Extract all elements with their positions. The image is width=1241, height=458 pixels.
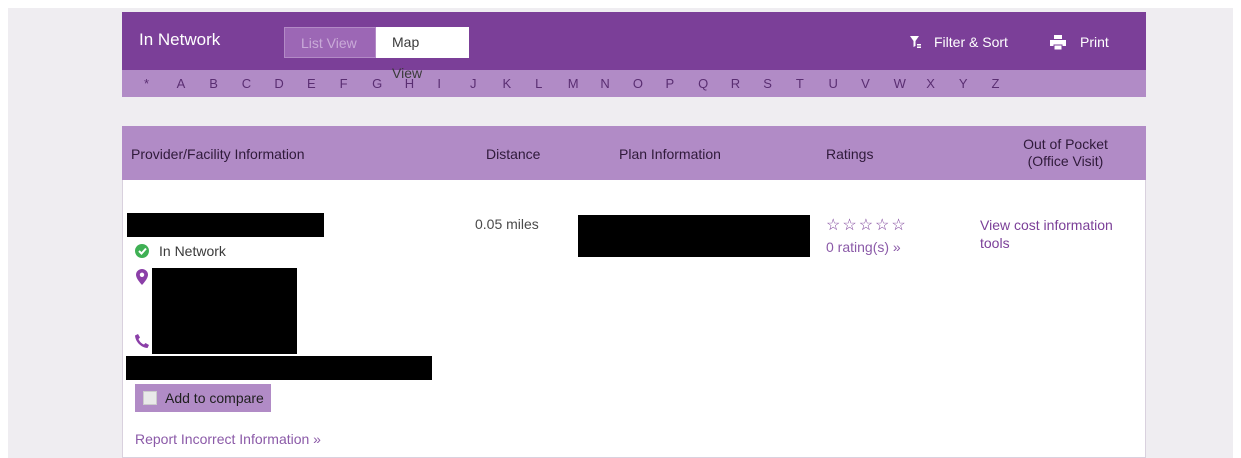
alphabet-letter-x[interactable]: X (926, 76, 959, 91)
print-icon (1050, 34, 1066, 50)
report-incorrect-info-link[interactable]: Report Incorrect Information » (135, 431, 321, 447)
alphabet-letter-b[interactable]: B (209, 76, 242, 91)
alphabet-letter-c[interactable]: C (242, 76, 275, 91)
location-pin-icon (136, 269, 148, 285)
check-circle-icon (135, 244, 149, 258)
results-table-header: Provider/Facility Information Distance P… (122, 126, 1146, 180)
alphabet-letter-p[interactable]: P (666, 76, 699, 91)
alphabet-letter-r[interactable]: R (731, 76, 764, 91)
alphabet-letter-q[interactable]: Q (698, 76, 731, 91)
view-cost-information-link[interactable]: View cost information tools (980, 216, 1130, 252)
out-of-pocket-header-line2: (Office Visit) (1027, 153, 1104, 169)
provider-name-redacted (127, 213, 324, 237)
address-redacted (152, 268, 297, 354)
alphabet-letter-d[interactable]: D (274, 76, 307, 91)
plan-column-header: Plan Information (619, 146, 721, 162)
results-toolbar: In Network List View Map View Filter & S… (122, 12, 1146, 81)
compare-checkbox-box[interactable] (143, 391, 157, 405)
alphabet-letter-m[interactable]: M (568, 76, 601, 91)
plan-information-redacted (578, 215, 810, 257)
alphabet-letter-o[interactable]: O (633, 76, 666, 91)
ratings-column-header: Ratings (826, 146, 874, 162)
alphabet-letter-w[interactable]: W (894, 76, 927, 91)
ratings-count-link[interactable]: 0 rating(s) » (826, 239, 901, 255)
filter-sort-button[interactable]: Filter & Sort (910, 34, 1008, 50)
additional-info-redacted (126, 356, 432, 380)
alphabet-letter-v[interactable]: V (861, 76, 894, 91)
add-to-compare-label: Add to compare (165, 390, 264, 406)
alphabet-letter-i[interactable]: I (437, 76, 470, 91)
filter-sort-label: Filter & Sort (934, 34, 1008, 50)
provider-result-card: In Network Add to compare Report Incorre… (122, 180, 1146, 458)
alphabet-letter-e[interactable]: E (307, 76, 340, 91)
alphabet-letter-all[interactable]: * (144, 76, 177, 91)
alphabet-letter-f[interactable]: F (340, 76, 373, 91)
phone-icon (135, 334, 149, 348)
print-label: Print (1080, 34, 1109, 50)
distance-value: 0.05 miles (475, 216, 539, 232)
alphabet-filter-bar: *ABCDEFGHIJKLMNOPQRSTUVWXYZ (122, 70, 1146, 97)
alphabet-letter-k[interactable]: K (503, 76, 536, 91)
alphabet-letter-y[interactable]: Y (959, 76, 992, 91)
alphabet-letter-u[interactable]: U (828, 76, 861, 91)
out-of-pocket-header-line1: Out of Pocket (1023, 136, 1108, 152)
network-status: In Network (135, 243, 226, 259)
print-button[interactable]: Print (1050, 34, 1109, 50)
alphabet-letter-s[interactable]: S (763, 76, 796, 91)
alphabet-letter-l[interactable]: L (535, 76, 568, 91)
alphabet-letter-t[interactable]: T (796, 76, 829, 91)
network-status-label: In Network (159, 243, 226, 259)
page-title: In Network (139, 30, 221, 49)
star-rating: ☆☆☆☆☆ (826, 217, 908, 234)
distance-column-header: Distance (486, 146, 541, 162)
alphabet-letter-z[interactable]: Z (991, 76, 1024, 91)
alphabet-letter-a[interactable]: A (177, 76, 210, 91)
alphabet-letter-n[interactable]: N (600, 76, 633, 91)
results-panel: In Network List View Map View Filter & S… (122, 12, 1146, 97)
view-toggle: List View Map View (284, 27, 469, 81)
list-view-button[interactable]: List View (284, 27, 376, 58)
provider-column-header: Provider/Facility Information (131, 146, 305, 162)
filter-icon (910, 36, 921, 48)
alphabet-letter-j[interactable]: J (470, 76, 503, 91)
add-to-compare-checkbox[interactable]: Add to compare (135, 384, 271, 412)
out-of-pocket-column-header: Out of Pocket (Office Visit) (1018, 136, 1113, 170)
map-view-button[interactable]: Map View (376, 27, 469, 81)
